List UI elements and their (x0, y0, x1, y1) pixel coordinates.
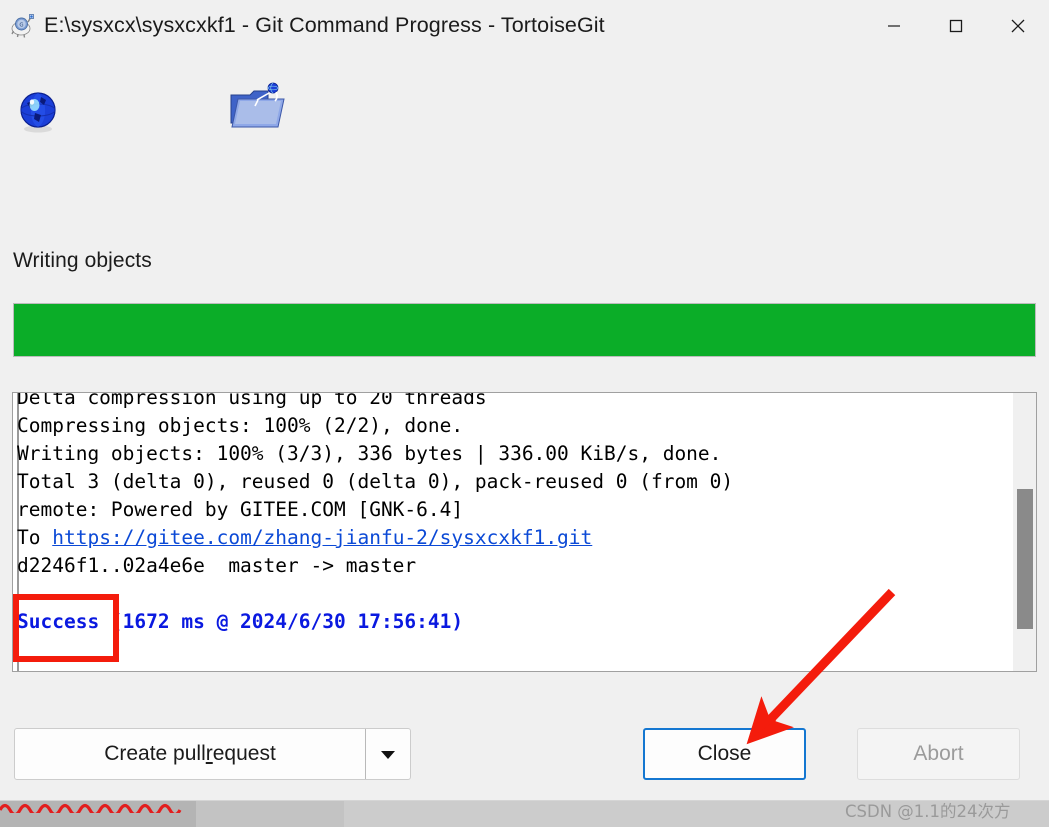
red-squiggle-underline (0, 803, 182, 813)
window-title: E:\sysxcx\sysxcxkf1 - Git Command Progre… (44, 13, 605, 37)
console-scrollbar-thumb[interactable] (1017, 489, 1033, 629)
close-window-button[interactable] (987, 0, 1049, 51)
console-line: Total 3 (delta 0), reused 0 (delta 0), p… (17, 470, 734, 493)
dialog-button-bar: Create pull r equest Close Abort (0, 672, 1049, 800)
maximize-button[interactable] (925, 0, 987, 51)
console-line: remote: Powered by GITEE.COM [GNK-6.4] (17, 498, 464, 521)
console-line: d2246f1..02a4e6e master -> master (17, 554, 417, 577)
progress-status-label: Writing objects (13, 249, 152, 272)
window-controls (863, 0, 1049, 51)
console-line: To https://gitee.com/zhang-jianfu-2/sysx… (17, 526, 593, 549)
svg-text:G: G (19, 22, 23, 28)
console-repo-url[interactable]: https://gitee.com/zhang-jianfu-2/sysxcxk… (52, 526, 592, 549)
close-button[interactable]: Close (643, 728, 806, 780)
abort-button: Abort (857, 728, 1020, 780)
folder-upload-icon (230, 82, 285, 128)
tortoisegit-progress-window: G E:\sysxcx\sysxcxkf1 - Git Command Prog… (0, 0, 1049, 827)
csdn-watermark: CSDN @1.1的24次方 (845, 802, 1011, 821)
console-line: Compressing objects: 100% (2/2), done. (17, 414, 464, 437)
close-icon (1011, 19, 1025, 32)
create-pull-request-label[interactable]: Create pull r equest (15, 729, 365, 779)
cpr-accel-key: r (205, 742, 213, 765)
create-pull-request-button[interactable]: Create pull r equest (14, 728, 411, 780)
maximize-icon (949, 19, 963, 32)
desktop-segment-mid (196, 796, 344, 827)
chevron-down-icon (381, 751, 395, 759)
git-output-console[interactable]: Delta compression using up to 20 threads… (12, 392, 1037, 672)
transfer-animation-area (0, 51, 1049, 231)
globe-icon (20, 92, 56, 133)
minimize-button[interactable] (863, 0, 925, 51)
console-success-line: Success (1672 ms @ 2024/6/30 17:56:41) (17, 610, 464, 633)
create-pull-request-dropdown[interactable] (365, 729, 410, 779)
console-line: Writing objects: 100% (3/3), 336 bytes |… (17, 442, 722, 465)
progress-bar-fill (14, 304, 1035, 356)
console-output-text: Delta compression using up to 20 threads… (17, 392, 997, 636)
minimize-icon (888, 24, 900, 27)
title-bar: G E:\sysxcx\sysxcxkf1 - Git Command Prog… (0, 0, 1049, 51)
cpr-label-before: Create pull (104, 742, 206, 765)
main-window: G E:\sysxcx\sysxcxkf1 - Git Command Prog… (0, 0, 1049, 800)
console-line: Delta compression using up to 20 threads (17, 392, 487, 409)
cpr-label-after: equest (212, 742, 276, 765)
console-scrollbar[interactable] (1012, 393, 1036, 671)
progress-bar (13, 303, 1036, 357)
tortoisegit-icon: G (11, 13, 34, 38)
